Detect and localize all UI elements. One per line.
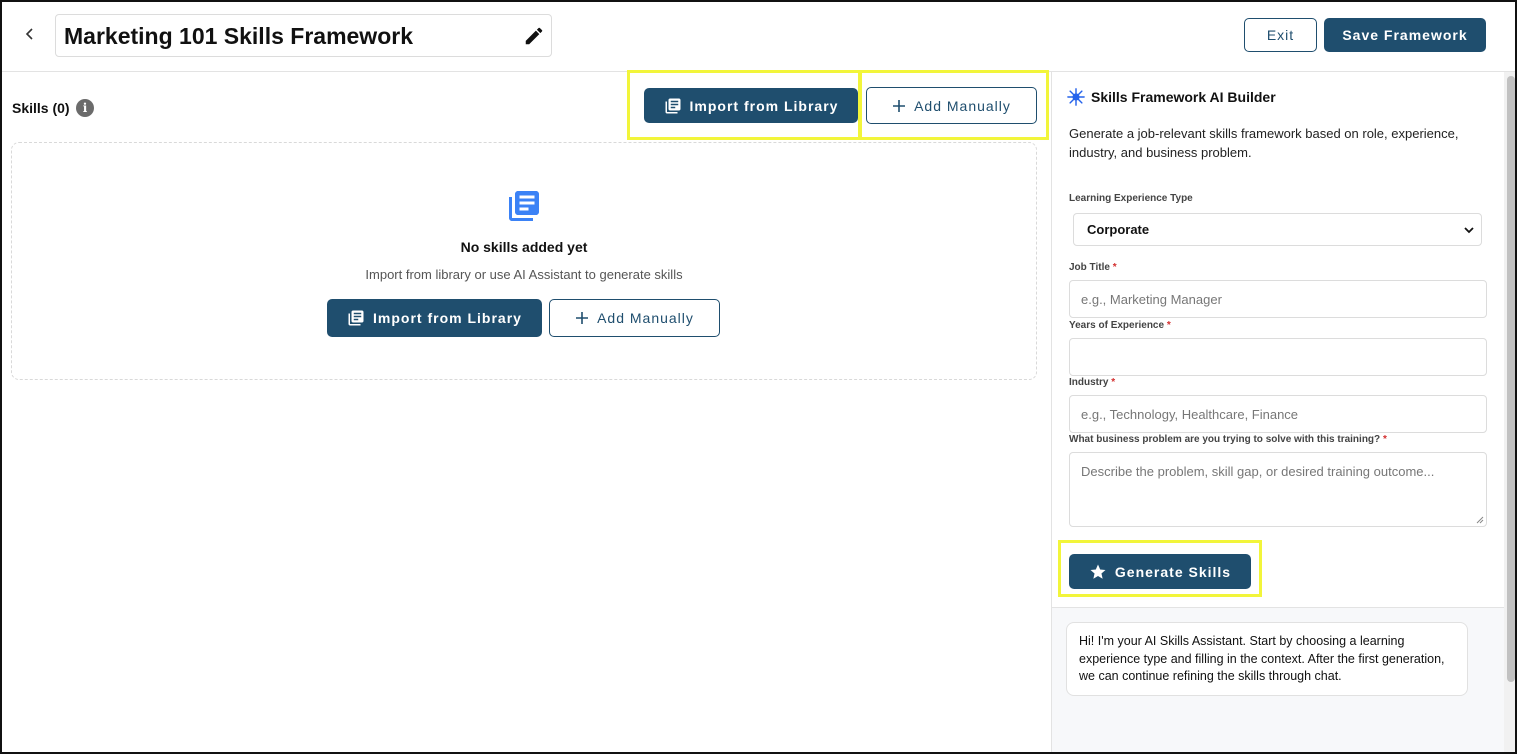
plus-icon	[576, 312, 589, 324]
chevron-down-icon	[1464, 227, 1474, 234]
empty-import-from-library-button[interactable]: Import from Library	[327, 299, 542, 337]
skills-count-label: Skills (0)	[12, 100, 70, 116]
job-title-input[interactable]: e.g., Marketing Manager	[1069, 280, 1487, 318]
industry-placeholder: e.g., Technology, Healthcare, Finance	[1081, 406, 1299, 422]
job-title-placeholder: e.g., Marketing Manager	[1081, 291, 1222, 307]
empty-import-label: Import from Library	[373, 310, 522, 326]
library-icon	[509, 191, 539, 221]
ai-builder-description: Generate a job-relevant skills framework…	[1069, 126, 1459, 160]
import-button-label: Import from Library	[689, 97, 839, 114]
generate-skills-label: Generate Skills	[1114, 563, 1232, 580]
import-from-library-button[interactable]: Import from Library	[644, 88, 858, 123]
learning-type-value: Corporate	[1087, 222, 1150, 237]
page-title: Marketing 101 Skills Framework	[64, 23, 413, 49]
industry-label: Industry *	[1069, 377, 1116, 388]
empty-state-title: No skills added yet	[460, 239, 588, 255]
years-experience-input[interactable]	[1069, 338, 1487, 376]
empty-state-panel	[11, 142, 1037, 380]
sparkle-icon	[1067, 88, 1085, 106]
chevron-left-icon	[25, 28, 33, 40]
business-problem-label: What business problem are you trying to …	[1069, 434, 1387, 445]
library-icon	[348, 310, 364, 326]
empty-add-manually-button[interactable]: Add Manually	[549, 299, 720, 337]
industry-input[interactable]: e.g., Technology, Healthcare, Finance	[1069, 395, 1487, 433]
generate-skills-button[interactable]: Generate Skills	[1069, 554, 1251, 589]
plus-icon	[893, 99, 906, 112]
add-manually-button[interactable]: Add Manually	[866, 87, 1037, 124]
pencil-icon[interactable]	[523, 25, 545, 47]
info-icon[interactable]: i	[76, 99, 94, 117]
assistant-message: Hi! I'm your AI Skills Assistant. Start …	[1066, 622, 1468, 696]
years-experience-label: Years of Experience *	[1069, 320, 1171, 331]
business-problem-placeholder: Describe the problem, skill gap, or desi…	[1081, 464, 1435, 479]
save-framework-button[interactable]: Save Framework	[1324, 18, 1486, 52]
learning-type-label: Learning Experience Type	[1069, 193, 1193, 204]
ai-builder-title: Skills Framework AI Builder	[1091, 89, 1276, 105]
framework-title-field[interactable]: Marketing 101 Skills Framework	[55, 14, 552, 57]
empty-state-subtitle: Import from library or use AI Assistant …	[365, 267, 683, 282]
empty-add-label: Add Manually	[597, 310, 694, 326]
library-icon	[665, 98, 681, 113]
business-problem-textarea[interactable]: Describe the problem, skill gap, or desi…	[1069, 452, 1487, 527]
add-button-label: Add Manually	[914, 97, 1011, 114]
exit-button[interactable]: Exit	[1244, 18, 1317, 52]
scrollbar-thumb[interactable]	[1507, 76, 1515, 682]
learning-type-select[interactable]: Corporate	[1073, 213, 1482, 246]
resize-grip-icon[interactable]	[1476, 516, 1484, 524]
top-bar: Marketing 101 Skills Framework Exit Save…	[0, 0, 1517, 72]
star-icon	[1090, 564, 1106, 579]
back-button[interactable]	[18, 22, 42, 46]
job-title-label: Job Title *	[1069, 262, 1117, 273]
